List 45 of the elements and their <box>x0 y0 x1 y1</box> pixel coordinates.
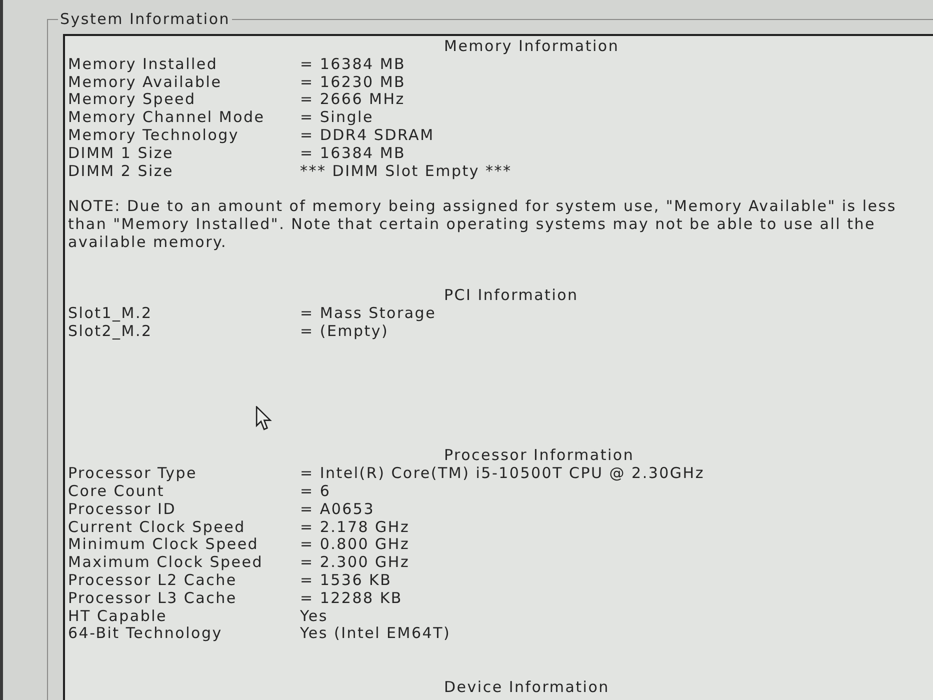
field-label: Processor ID <box>68 500 177 519</box>
field-value: = 2.300 GHz <box>300 554 411 572</box>
field-value: = DDR4 SDRAM <box>300 126 436 145</box>
field-label: Maximum Clock Speed <box>68 554 264 572</box>
field-label: Memory Installed <box>68 56 219 74</box>
field-value: = 16384 MB <box>300 144 407 163</box>
field-value: = 16230 MB <box>300 74 407 92</box>
section-heading: Device Information <box>443 678 610 696</box>
field-value: = 0.800 GHz <box>300 536 411 554</box>
field-label: Memory Channel Mode <box>68 109 266 127</box>
field-value: = (Empty) <box>300 322 390 341</box>
mouse-pointer-icon <box>255 406 272 431</box>
field-value: = 2.178 GHz <box>300 518 411 536</box>
field-label: DIMM 2 Size <box>68 162 174 180</box>
field-value: *** DIMM Slot Empty *** <box>300 162 512 180</box>
field-value: Yes <box>300 608 329 626</box>
field-label: Processor Type <box>68 465 198 483</box>
note-text: NOTE: Due to an amount of memory being assigned for system use, "Memory Available" is less than "Memory Installed". Note that certain operating systems may not be able to use all the available memory. <box>68 198 898 252</box>
field-value: = A0653 <box>300 500 376 519</box>
field-value: = 6 <box>300 482 332 501</box>
field-label: Slot2_M.2 <box>68 322 154 341</box>
field-value: = Intel(R) Core(TM) i5-10500T CPU @ 2.30GHz <box>300 465 704 483</box>
field-label: Memory Available <box>68 74 223 92</box>
field-value: = 1536 KB <box>300 572 393 590</box>
field-value: = 2666 MHz <box>300 91 406 110</box>
field-label: Memory Technology <box>68 126 240 145</box>
field-value: = Single <box>300 109 374 127</box>
field-label: Core Count <box>68 482 166 501</box>
field-label: HT Capable <box>68 608 168 626</box>
field-value: = Mass Storage <box>300 304 436 323</box>
field-label: Current Clock Speed <box>68 518 246 536</box>
field-label: Processor L2 Cache <box>68 572 238 590</box>
field-label: 64-Bit Technology <box>68 625 224 644</box>
field-label: Processor L3 Cache <box>68 590 238 608</box>
field-value: = 16384 MB <box>300 56 407 74</box>
field-label: Memory Speed <box>68 91 197 110</box>
field-label: Slot1_M.2 <box>68 304 154 323</box>
field-label: Minimum Clock Speed <box>68 536 260 554</box>
section-heading: Memory Information <box>443 38 620 56</box>
section-heading: PCI Information <box>443 287 580 305</box>
field-value: Yes (Intel EM64T) <box>300 625 452 644</box>
section-heading: Processor Information <box>443 447 636 466</box>
field-label: DIMM 1 Size <box>68 144 174 163</box>
group-box-title: System Information <box>59 10 232 28</box>
field-value: = 12288 KB <box>300 590 404 608</box>
